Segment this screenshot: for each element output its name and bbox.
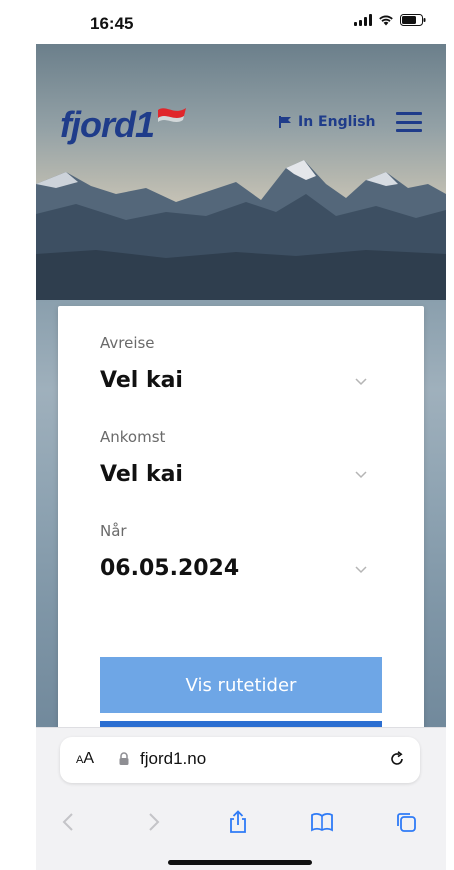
back-icon	[62, 813, 73, 831]
text-size-button[interactable]: AA	[76, 750, 94, 768]
home-indicator	[168, 860, 312, 865]
share-button[interactable]	[224, 808, 252, 836]
battery-icon	[400, 14, 426, 26]
arrival-value: Vel kai	[100, 462, 183, 487]
back-button[interactable]	[54, 808, 82, 836]
chevron-down-icon	[355, 471, 367, 479]
language-link[interactable]: In English	[278, 114, 376, 130]
status-icons	[354, 14, 426, 26]
chevron-down-icon	[355, 378, 367, 386]
status-time: 16:45	[90, 14, 134, 33]
fjord1-logo[interactable]: fjord1	[60, 104, 188, 146]
menu-icon[interactable]	[396, 112, 422, 132]
mountains-illustration	[36, 160, 446, 314]
forward-icon	[149, 813, 160, 831]
date-value: 06.05.2024	[100, 556, 240, 581]
bookmarks-icon	[311, 813, 333, 832]
language-link-label: In English	[298, 114, 376, 130]
departure-label: Avreise	[100, 334, 155, 352]
lock-icon	[119, 752, 129, 765]
share-icon	[230, 810, 246, 833]
phone-screen: 16:45 fjord1 In English Avreise Vel kai …	[36, 0, 446, 870]
flag-icon	[279, 116, 291, 128]
status-bar: 16:45	[36, 0, 446, 44]
logo-wordmark: fjord1	[60, 104, 155, 145]
browser-toolbar: AA fjord1.no	[36, 727, 446, 870]
date-label: Når	[100, 522, 127, 540]
route-search-card: Avreise Vel kai Ankomst Vel kai Når 06.0…	[58, 306, 424, 746]
forward-button[interactable]	[140, 808, 168, 836]
tabs-icon	[397, 813, 416, 832]
departure-value: Vel kai	[100, 368, 183, 393]
signal-icon	[354, 14, 372, 26]
date-select[interactable]: Når 06.05.2024	[100, 522, 380, 581]
address-bar[interactable]: AA fjord1.no	[60, 737, 420, 783]
wifi-icon	[378, 14, 394, 26]
reload-icon[interactable]	[388, 750, 406, 768]
bookmarks-button[interactable]	[308, 808, 336, 836]
arrival-select[interactable]: Ankomst Vel kai	[100, 428, 380, 487]
arrival-label: Ankomst	[100, 428, 166, 446]
chevron-down-icon	[355, 566, 367, 574]
url-text: fjord1.no	[140, 749, 207, 768]
departure-select[interactable]: Avreise Vel kai	[100, 334, 380, 393]
show-timetable-button[interactable]: Vis rutetider	[100, 657, 382, 713]
logo-flag-icon	[158, 108, 187, 122]
tabs-button[interactable]	[392, 808, 420, 836]
